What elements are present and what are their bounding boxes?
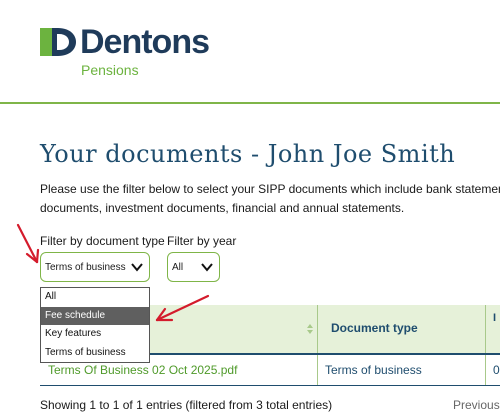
column-header-document-type[interactable]: Document type	[331, 321, 418, 335]
column-divider	[317, 305, 318, 353]
document-type-select[interactable]: Terms of business	[40, 252, 150, 282]
option-all[interactable]: All	[41, 288, 149, 307]
header-divider	[0, 102, 500, 104]
document-link[interactable]: Terms Of Business 02 Oct 2025.pdf	[48, 363, 237, 377]
option-terms-of-business[interactable]: Terms of business	[41, 344, 149, 363]
intro-text: Please use the filter below to select yo…	[40, 180, 500, 218]
column-header-third[interactable]: I	[493, 312, 496, 324]
option-fee-schedule[interactable]: Fee schedule	[41, 306, 149, 325]
column-divider	[485, 355, 486, 385]
year-select-value: All	[172, 261, 184, 273]
filter-type-label: Filter by document type	[40, 234, 165, 248]
document-type-select-value: Terms of business	[45, 261, 126, 273]
entries-info: Showing 1 to 1 of 1 entries (filtered fr…	[40, 398, 333, 412]
table-header	[150, 305, 500, 353]
document-type-cell: Terms of business	[325, 363, 422, 377]
intro-line-2: documents, investment documents, financi…	[40, 201, 405, 215]
table-bottom-rule	[40, 385, 500, 386]
column-divider	[317, 355, 318, 385]
brand-name: Dentons	[80, 23, 210, 61]
sort-icon[interactable]	[306, 323, 314, 335]
chevron-down-icon	[131, 263, 143, 272]
third-column-cell: 0	[493, 363, 500, 377]
option-key-features[interactable]: Key features	[41, 325, 149, 344]
year-select[interactable]: All	[167, 252, 220, 282]
intro-line-1: Please use the filter below to select yo…	[40, 182, 500, 196]
previous-page-button[interactable]: Previous	[453, 398, 500, 412]
chevron-down-icon	[201, 263, 213, 272]
page-title: Your documents - John Joe Smith	[40, 140, 456, 168]
dentons-logo-icon	[40, 28, 76, 56]
brand-subtitle: Pensions	[81, 62, 139, 78]
filter-year-label: Filter by year	[167, 234, 237, 248]
document-type-options[interactable]: All Fee schedule Key features Terms of b…	[40, 287, 150, 363]
column-divider	[485, 305, 486, 353]
arrow-to-select-icon	[16, 223, 40, 264]
